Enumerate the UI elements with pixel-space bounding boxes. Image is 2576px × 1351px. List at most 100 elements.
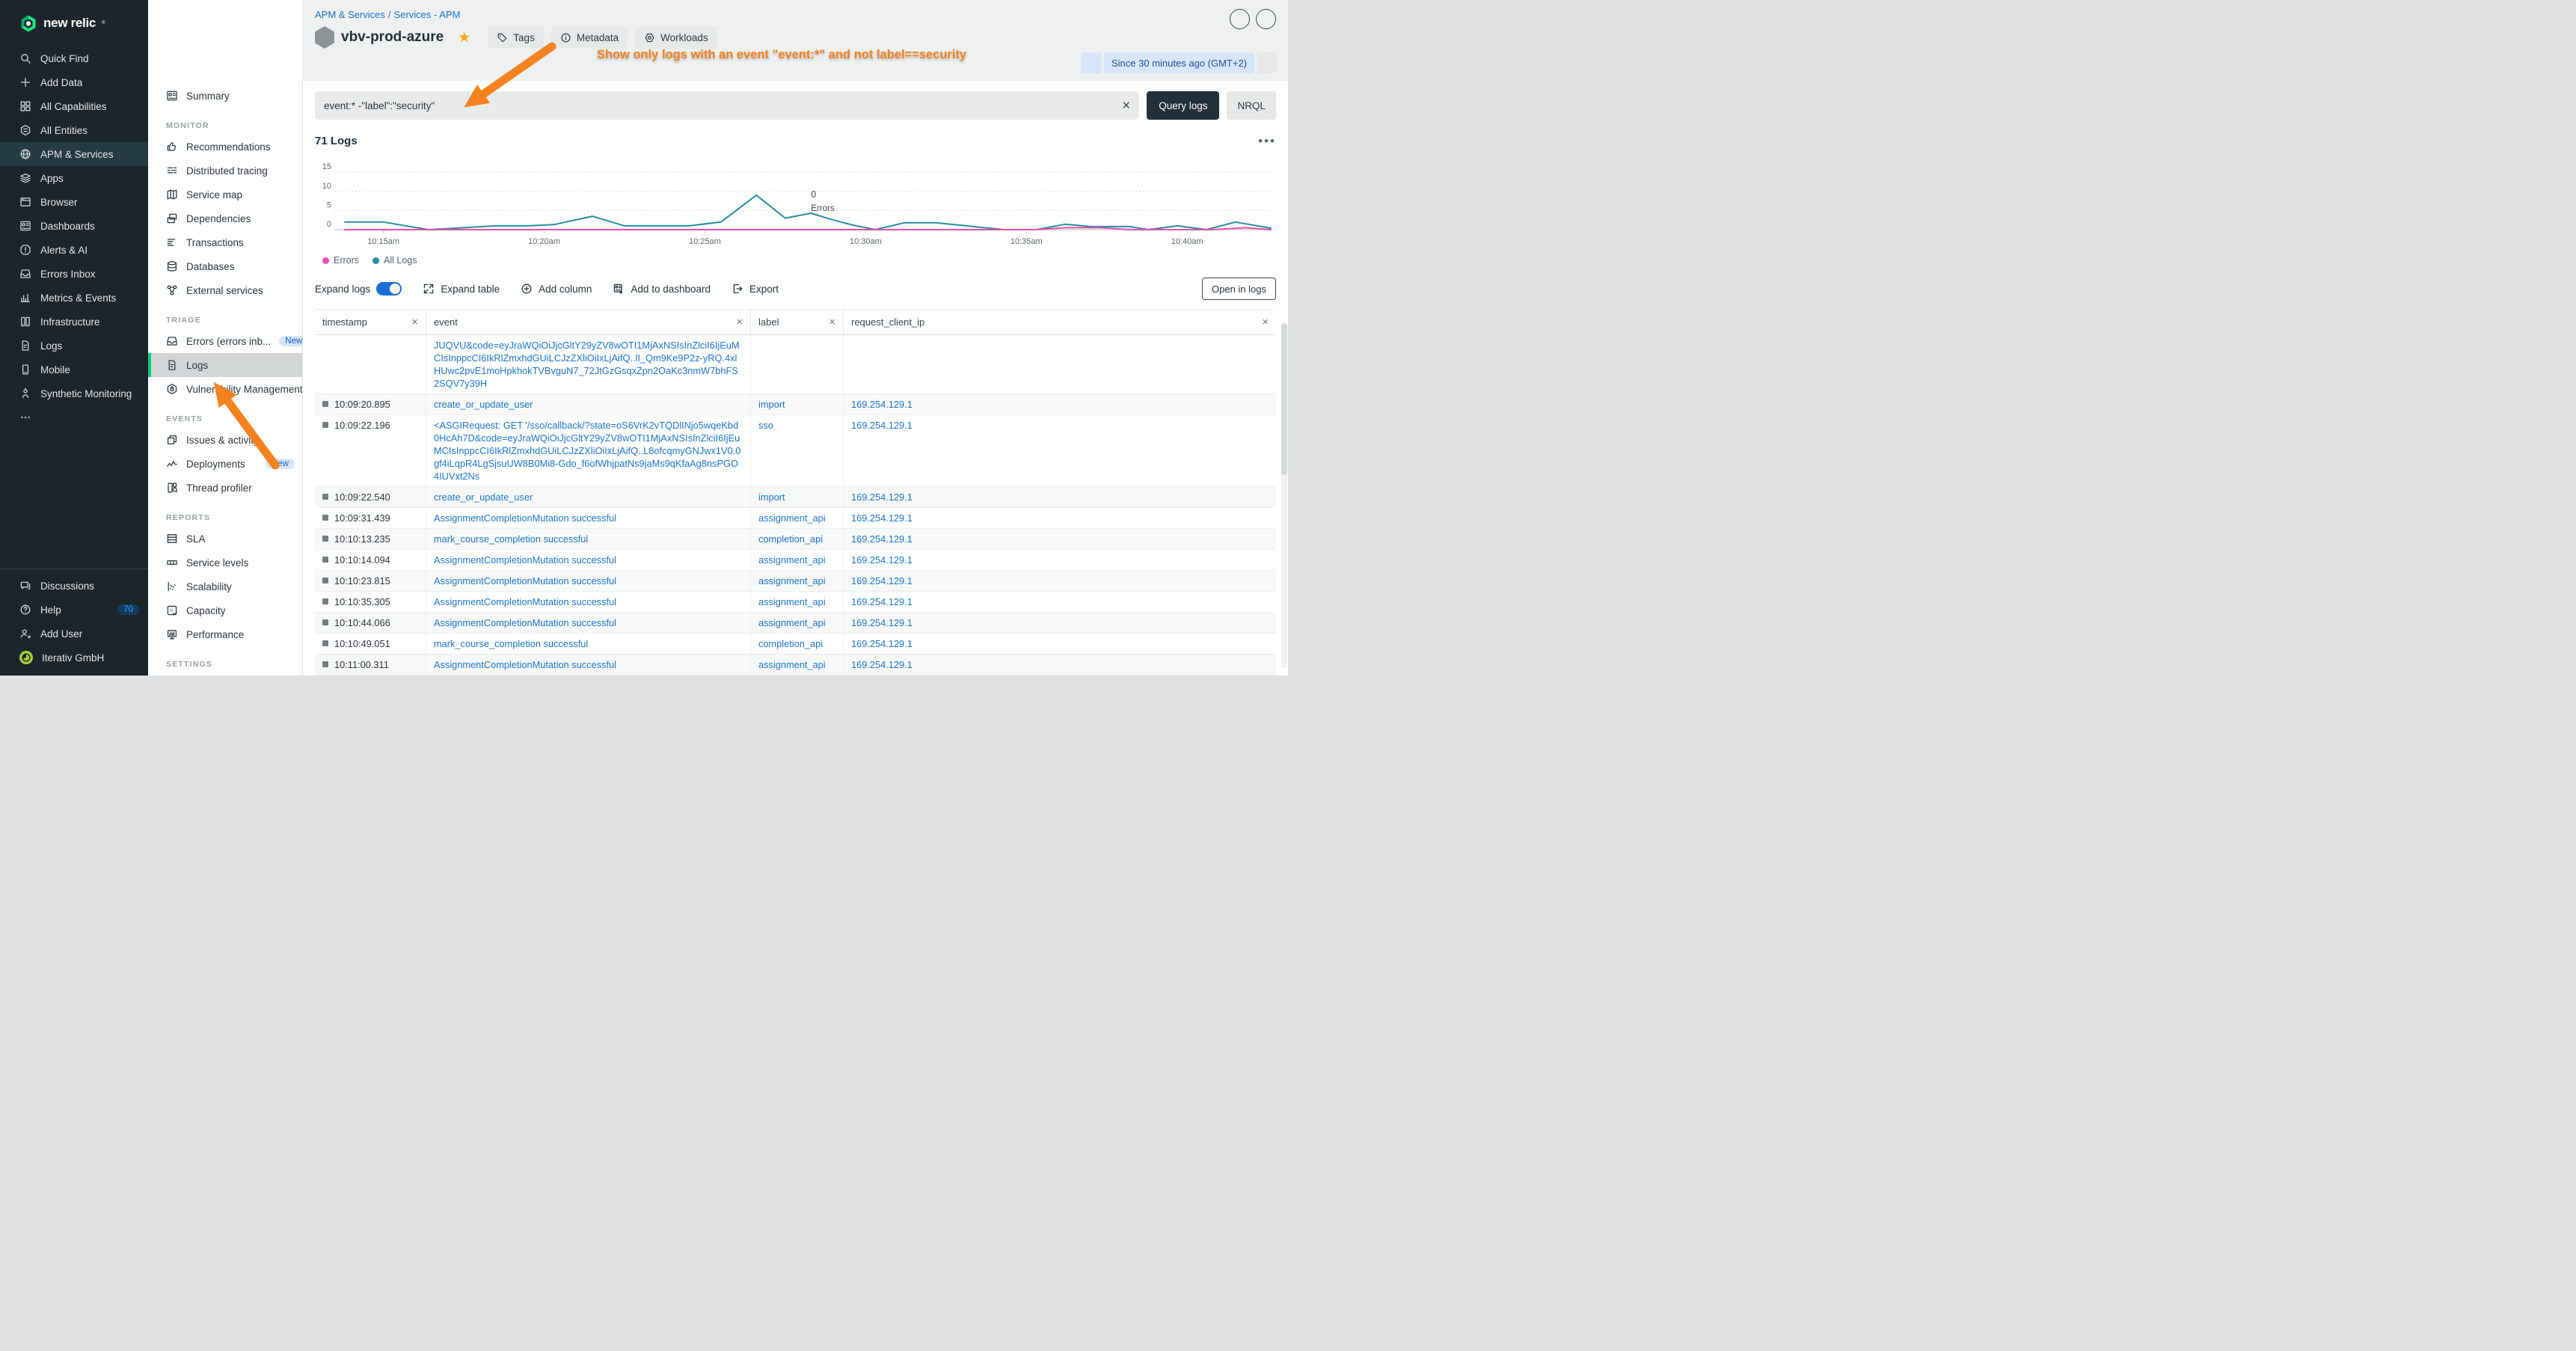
label-link[interactable]: assignment_api	[758, 512, 835, 524]
ip-link[interactable]: 169.254.129.1	[851, 575, 1269, 587]
label-link[interactable]: completion_api	[758, 533, 835, 545]
sidebar-item-logs[interactable]: Logs	[0, 334, 148, 358]
table-scrollbar[interactable]	[1281, 323, 1287, 669]
ip-link[interactable]: 169.254.129.1	[851, 658, 1269, 671]
table-row[interactable]: 10:10:23.815AssignmentCompletionMutation…	[315, 571, 1276, 592]
sidebar-item-quick-find[interactable]: Quick Find	[0, 46, 148, 70]
table-row[interactable]: 10:10:44.066AssignmentCompletionMutation…	[315, 613, 1276, 634]
remove-column-icon[interactable]: ×	[829, 316, 835, 328]
ip-link[interactable]: 169.254.129.1	[851, 637, 1269, 650]
row-checkbox[interactable]	[322, 557, 328, 563]
row-checkbox[interactable]	[322, 536, 328, 542]
event-link[interactable]: <ASGIRequest: GET '/sso/callback/?state=…	[434, 419, 743, 482]
scrollbar-thumb[interactable]	[1281, 323, 1287, 475]
add-column-button[interactable]: Add column	[521, 283, 592, 295]
copy-link-button[interactable]	[1256, 9, 1276, 29]
workloads-button[interactable]: Workloads	[635, 26, 717, 49]
subnav-item-logs[interactable]: Logs	[148, 353, 302, 377]
label-link[interactable]: sso	[758, 419, 835, 432]
label-link[interactable]: assignment_api	[758, 658, 835, 671]
subnav-item-summary[interactable]: Summary	[148, 84, 302, 108]
subnav-item-databases[interactable]: Databases	[148, 254, 302, 278]
ip-link[interactable]: 169.254.129.1	[851, 616, 1269, 629]
remove-column-icon[interactable]: ×	[411, 316, 418, 328]
event-link[interactable]: create_or_update_user	[434, 491, 743, 503]
sidebar-item-browser[interactable]: Browser	[0, 190, 148, 214]
add-to-dashboard-button[interactable]: Add to dashboard	[613, 283, 711, 295]
sidebar-item-help[interactable]: Help70	[0, 598, 148, 622]
event-link[interactable]: AssignmentCompletionMutation successful	[434, 512, 743, 524]
label-link[interactable]: import	[758, 398, 835, 411]
expand-logs-toggle[interactable]	[376, 282, 402, 295]
event-link[interactable]: AssignmentCompletionMutation successful	[434, 595, 743, 608]
label-link[interactable]: assignment_api	[758, 554, 835, 566]
row-checkbox[interactable]	[322, 494, 328, 500]
subnav-item-scalability[interactable]: Scalability	[148, 575, 302, 598]
row-checkbox[interactable]	[322, 619, 328, 625]
breadcrumb-link-services-apm[interactable]: Services - APM	[394, 9, 461, 20]
sidebar-item-metrics-events[interactable]: Metrics & Events	[0, 286, 148, 310]
ip-link[interactable]: 169.254.129.1	[851, 533, 1269, 545]
subnav-item-issues-activity[interactable]: Issues & activity	[148, 428, 302, 452]
time-back-button[interactable]	[1081, 52, 1102, 73]
subnav-item-thread-profiler[interactable]: Thread profiler	[148, 476, 302, 500]
subnav-item-external-services[interactable]: External services	[148, 278, 302, 302]
breadcrumb-link-apm-services[interactable]: APM & Services	[315, 9, 385, 20]
subnav-item-service-levels[interactable]: Service levels	[148, 551, 302, 575]
column-header-timestamp[interactable]: timestamp×	[315, 310, 426, 334]
sidebar-item-add-data[interactable]: Add Data	[0, 70, 148, 94]
new-relic-logo[interactable]: new relic®	[0, 0, 148, 36]
label-link[interactable]: assignment_api	[758, 575, 835, 587]
event-link[interactable]: mark_course_completion successful	[434, 637, 743, 650]
column-header-label[interactable]: label×	[750, 310, 843, 334]
legend-errors[interactable]: Errors	[322, 255, 359, 266]
remove-column-icon[interactable]: ×	[1262, 316, 1269, 328]
table-row[interactable]: 10:11:00.311AssignmentCompletionMutation…	[315, 655, 1276, 676]
sidebar-item-infrastructure[interactable]: Infrastructure	[0, 310, 148, 334]
remove-column-icon[interactable]: ×	[736, 316, 743, 328]
event-link[interactable]: AssignmentCompletionMutation successful	[434, 658, 743, 671]
row-checkbox[interactable]	[322, 578, 328, 583]
event-link[interactable]: JUQVU&code=eyJraWQiOiJjcGltY29yZV8wOTI1M…	[434, 339, 743, 390]
time-range-button[interactable]: Since 30 minutes ago (GMT+2)	[1104, 52, 1254, 73]
row-checkbox[interactable]	[322, 401, 328, 407]
table-row[interactable]: 10:10:35.305AssignmentCompletionMutation…	[315, 592, 1276, 613]
sidebar-item-apm-services[interactable]: APM & Services	[0, 142, 148, 166]
subnav-item-vulnerability-management[interactable]: Vulnerability Management	[148, 377, 302, 401]
sidebar-item-all-entities[interactable]: All Entities	[0, 118, 148, 142]
clear-search-icon[interactable]: ×	[1122, 99, 1130, 113]
ip-link[interactable]: 169.254.129.1	[851, 554, 1269, 566]
sidebar-item-dashboards[interactable]: Dashboards	[0, 214, 148, 238]
column-header-request_client_ip[interactable]: request_client_ip×	[843, 310, 1276, 334]
table-row[interactable]: 10:09:22.196<ASGIRequest: GET '/sso/call…	[315, 415, 1276, 487]
event-link[interactable]: AssignmentCompletionMutation successful	[434, 575, 743, 587]
row-checkbox[interactable]	[322, 515, 328, 521]
table-row[interactable]: 10:09:22.540create_or_update_userimport1…	[315, 487, 1276, 508]
query-logs-button[interactable]: Query logs	[1147, 91, 1219, 120]
help-button[interactable]	[1230, 9, 1250, 29]
subnav-item-capacity[interactable]: Capacity	[148, 598, 302, 622]
ip-link[interactable]: 169.254.129.1	[851, 512, 1269, 524]
legend-all-logs[interactable]: All Logs	[372, 255, 417, 266]
search-input[interactable]	[324, 100, 1115, 111]
table-row[interactable]: 10:10:49.051mark_course_completion succe…	[315, 634, 1276, 655]
sidebar-item-errors-inbox[interactable]: Errors Inbox	[0, 262, 148, 286]
subnav-item-deployments[interactable]: DeploymentsNew	[148, 452, 302, 476]
label-link[interactable]: import	[758, 491, 835, 503]
column-header-event[interactable]: event×	[426, 310, 750, 334]
nrql-button[interactable]: NRQL	[1227, 91, 1276, 120]
favorite-star-icon[interactable]: ★	[458, 29, 470, 46]
table-row[interactable]: 10:09:31.439AssignmentCompletionMutation…	[315, 508, 1276, 529]
table-row[interactable]: 10:10:13.235mark_course_completion succe…	[315, 529, 1276, 550]
row-checkbox[interactable]	[322, 422, 328, 428]
time-forward-button[interactable]	[1257, 52, 1278, 73]
event-link[interactable]: create_or_update_user	[434, 398, 743, 411]
table-row[interactable]: 10:10:14.094AssignmentCompletionMutation…	[315, 550, 1276, 571]
label-link[interactable]: assignment_api	[758, 616, 835, 629]
subnav-item-transactions[interactable]: Transactions	[148, 230, 302, 254]
table-row[interactable]: 10:09:20.895create_or_update_userimport1…	[315, 394, 1276, 415]
sidebar-item-synthetic-monitoring[interactable]: Synthetic Monitoring	[0, 382, 148, 405]
export-button[interactable]: Export	[732, 283, 779, 295]
sidebar-item-all-capabilities[interactable]: All Capabilities	[0, 94, 148, 118]
event-link[interactable]: mark_course_completion successful	[434, 533, 743, 545]
